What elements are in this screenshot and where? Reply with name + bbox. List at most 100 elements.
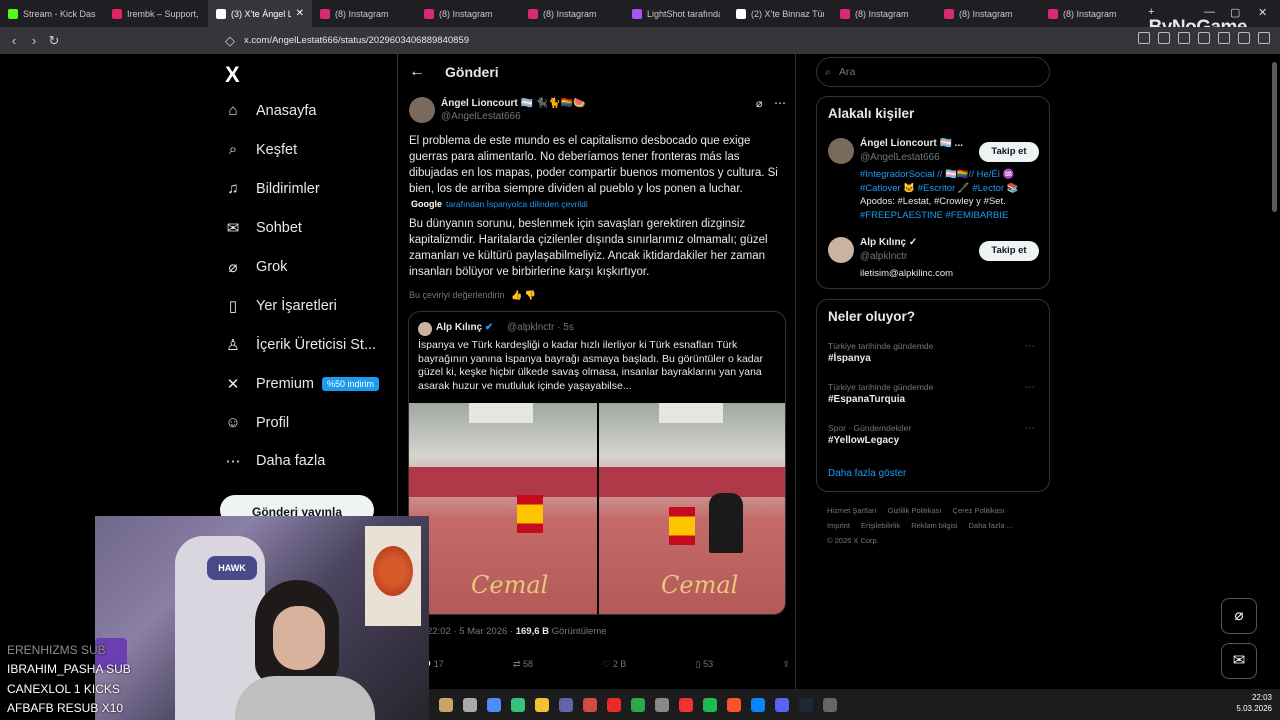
quote-image-left[interactable]: Cemal: [409, 403, 597, 614]
footer-link[interactable]: Daha fazla ...: [969, 521, 1013, 530]
nav-item-profile[interactable]: ☺ Profil: [224, 414, 289, 431]
trend-name[interactable]: #EspanaTurquia: [828, 394, 905, 405]
taskbar-app-icon[interactable]: [511, 697, 525, 712]
browser-tab[interactable]: (8) Instagram: [312, 0, 416, 27]
extension-icon[interactable]: [1138, 32, 1150, 44]
nav-item-bell[interactable]: ♫ Bildirimler: [224, 180, 319, 197]
scrollbar[interactable]: [1272, 62, 1277, 212]
person-name[interactable]: Ángel Lioncourt 🏳️‍⚧️ ...: [860, 138, 963, 149]
browser-tab[interactable]: (3) X'te Ángel L ✕: [208, 0, 312, 27]
reload-icon[interactable]: ↻: [44, 33, 64, 49]
nav-item-mail[interactable]: ✉ Sohbet: [224, 219, 302, 237]
tab-favicon-icon: [528, 8, 538, 19]
browser-tab[interactable]: (8) Instagram: [936, 0, 1040, 27]
footer-link[interactable]: Imprint: [827, 521, 850, 530]
footer-link[interactable]: Hizmet Şartları: [827, 506, 877, 515]
taskbar-app-icon[interactable]: [583, 697, 597, 712]
translation-source[interactable]: tarafından İspanyolca dilinden çevrildi: [446, 199, 588, 209]
extension-icon[interactable]: [1218, 32, 1230, 44]
person-avatar[interactable]: [828, 138, 854, 164]
browser-tab[interactable]: (2) X'te Binnaz Türk: [728, 0, 832, 27]
trend-name[interactable]: #İspanya: [828, 353, 871, 364]
tab-favicon-icon: [216, 8, 226, 19]
taskbar-app-icon[interactable]: [655, 697, 669, 712]
taskbar-app-icon[interactable]: [703, 697, 717, 712]
person-handle[interactable]: @AngelLestat666: [860, 152, 940, 163]
author-avatar[interactable]: [409, 97, 435, 123]
browser-tab[interactable]: (8) Instagram: [1040, 0, 1144, 27]
search-input[interactable]: ⌕ Ara: [816, 57, 1050, 87]
system-clock[interactable]: 22:03 5.03.2026: [1236, 692, 1272, 714]
menu-icon[interactable]: [1258, 32, 1270, 44]
taskbar-app-icon[interactable]: [463, 697, 477, 712]
browser-tab[interactable]: Stream - Kick Dashb: [0, 0, 104, 27]
thumbs-down-icon[interactable]: 👎: [525, 290, 536, 300]
grok-fab-icon[interactable]: ⌀: [1221, 598, 1257, 634]
quote-image-right[interactable]: Cemal: [599, 403, 785, 614]
taskbar-app-icon[interactable]: [439, 697, 453, 712]
nav-item-grok[interactable]: ⌀ Grok: [224, 258, 287, 276]
back-icon[interactable]: ‹: [4, 33, 24, 48]
url-field[interactable]: x.com/AngelLestat666/status/202960340688…: [244, 32, 469, 50]
taskbar-app-icon[interactable]: [823, 697, 837, 712]
grok-icon[interactable]: ⌀: [756, 97, 763, 110]
person-handle[interactable]: @alpklnctr: [860, 251, 907, 262]
nav-item-x-premium[interactable]: ✕ Premium: [224, 375, 314, 393]
footer-link[interactable]: Çerez Politikası: [953, 506, 1005, 515]
taskbar-app-icon[interactable]: [751, 697, 765, 712]
browser-tab[interactable]: (8) Instagram: [520, 0, 624, 27]
post-time[interactable]: 22:02 · 5 Mar 2026: [427, 626, 507, 637]
footer-link[interactable]: Gizlilik Politikası: [888, 506, 942, 515]
bookmark-button[interactable]: ▯ 53: [696, 659, 713, 670]
nav-item-home[interactable]: ⌂ Anasayfa: [224, 102, 316, 119]
footer-link[interactable]: Erişilebilirlik: [861, 521, 900, 530]
follow-button[interactable]: Takip et: [979, 241, 1039, 261]
bookmark-page-icon[interactable]: ◇: [220, 33, 240, 49]
nav-item-more[interactable]: ⋯ Daha fazla: [224, 452, 326, 470]
close-window-button[interactable]: ✕: [1258, 6, 1267, 19]
browser-tab[interactable]: (8) Instagram: [416, 0, 520, 27]
trend-more-icon[interactable]: ⋯: [1025, 341, 1035, 352]
taskbar-app-icon[interactable]: [559, 697, 573, 712]
taskbar-app-icon[interactable]: [727, 697, 741, 712]
extension-icon[interactable]: [1178, 32, 1190, 44]
taskbar-app-icon[interactable]: [631, 697, 645, 712]
extension-icon[interactable]: [1158, 32, 1170, 44]
like-button[interactable]: ♡ 2 B: [602, 659, 626, 670]
follow-button[interactable]: Takip et: [979, 142, 1039, 162]
messages-fab-icon[interactable]: ✉: [1221, 643, 1257, 679]
taskbar-app-icon[interactable]: [799, 697, 813, 712]
taskbar-app-icon[interactable]: [607, 697, 621, 712]
person-avatar[interactable]: [828, 237, 854, 263]
show-more-link[interactable]: Daha fazla göster: [828, 468, 906, 479]
taskbar-app-icon[interactable]: [775, 697, 789, 712]
back-arrow-icon[interactable]: ←: [409, 63, 425, 81]
close-tab-icon[interactable]: ✕: [296, 8, 304, 19]
browser-tab[interactable]: (8) Instagram: [832, 0, 936, 27]
thumbs-up-icon[interactable]: 👍: [511, 290, 522, 300]
browser-tab[interactable]: LightShot tarafından: [624, 0, 728, 27]
trend-more-icon[interactable]: ⋯: [1025, 382, 1035, 393]
repost-button[interactable]: ⇄ 58: [513, 659, 533, 670]
nav-item-creator[interactable]: ♙ İçerik Üreticisi St...: [224, 336, 376, 354]
author-name[interactable]: Ángel Lioncourt 🏳️‍⚧️ 🐈‍⬛🐈🏳️‍🌈🍉: [441, 98, 585, 109]
nav-item-label: Grok: [256, 259, 288, 275]
person-name[interactable]: Alp Kılınç ✓: [860, 237, 917, 248]
author-handle[interactable]: @AngelLestat666: [441, 111, 521, 122]
taskbar-app-icon[interactable]: [487, 697, 501, 712]
trend-more-icon[interactable]: ⋯: [1025, 423, 1035, 434]
more-options-icon[interactable]: ⋯: [774, 96, 786, 110]
taskbar-app-icon[interactable]: [679, 697, 693, 712]
x-logo-icon[interactable]: X: [225, 62, 240, 88]
taskbar-app-icon[interactable]: [535, 697, 549, 712]
browser-tab[interactable]: Irembk – Support, T: [104, 0, 208, 27]
trend-name[interactable]: #YellowLegacy: [828, 435, 899, 446]
extension-icon[interactable]: [1238, 32, 1250, 44]
forward-icon[interactable]: ›: [24, 33, 44, 48]
quoted-post[interactable]: Alp Kılınç ✔ @alpklnctr · 5s İspanya ve …: [408, 311, 786, 615]
nav-item-search[interactable]: ⌕ Keşfet: [224, 141, 297, 158]
nav-item-bookmark[interactable]: ▯ Yer İşaretleri: [224, 297, 337, 315]
footer-link[interactable]: Reklam bilgisi: [911, 521, 957, 530]
share-icon[interactable]: ⇪: [782, 659, 790, 670]
extension-icon[interactable]: [1198, 32, 1210, 44]
